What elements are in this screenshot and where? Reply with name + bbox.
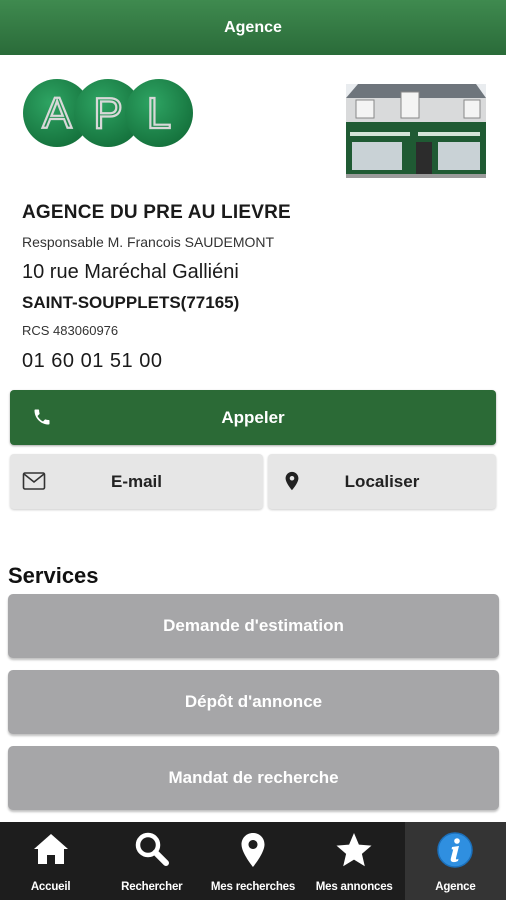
agency-phone: 01 60 01 51 00 <box>22 350 163 372</box>
call-button-label: Appeler <box>221 407 285 427</box>
service-label: Mandat de recherche <box>168 768 339 787</box>
map-pin-icon <box>285 471 299 491</box>
nav-item-accueil[interactable]: Accueil <box>0 822 101 900</box>
agency-name: AGENCE DU PRE AU LIEVRE <box>22 202 291 223</box>
search-icon <box>135 832 169 866</box>
phone-icon <box>34 409 50 425</box>
nav-item-rechercher[interactable]: Rechercher <box>101 822 202 900</box>
nav-label: Agence <box>435 881 476 893</box>
services-heading: Services <box>8 563 99 588</box>
call-button[interactable]: Appeler <box>10 390 496 445</box>
nav-label: Rechercher <box>121 881 183 893</box>
page-title: Agence <box>224 18 282 36</box>
star-icon <box>336 833 372 867</box>
map-pin-icon <box>241 833 265 867</box>
nav-item-agence[interactable]: Agence <box>404 822 506 900</box>
nav-item-mes-recherches[interactable]: Mes recherches <box>202 822 303 900</box>
locate-button-label: Localiser <box>344 471 420 491</box>
svg-text:L: L <box>147 89 171 138</box>
email-button-label: E-mail <box>110 471 163 491</box>
nav-item-mes-annonces[interactable]: Mes annonces <box>304 822 405 900</box>
agency-address: 10 rue Maréchal Galliéni <box>22 261 239 283</box>
agency-city: SAINT-SOUPPLETS(77165) <box>22 293 240 312</box>
email-button[interactable]: E-mail <box>10 454 263 509</box>
top-app-bar: Agence <box>0 0 506 55</box>
nav-label: Accueil <box>30 881 71 893</box>
home-icon <box>33 834 68 864</box>
estimation-request-button[interactable]: Demande d'estimation <box>8 594 499 658</box>
agency-rcs: RCS 483060976 <box>22 323 119 338</box>
nav-label: Mes recherches <box>210 881 296 893</box>
search-mandate-button[interactable]: Mandat de recherche <box>8 746 499 810</box>
agency-logo: A P L <box>23 79 193 147</box>
nav-label: Mes annonces <box>315 881 393 893</box>
listing-submission-button[interactable]: Dépôt d'annonce <box>8 670 499 734</box>
service-label: Dépôt d'annonce <box>184 692 323 711</box>
info-icon <box>437 832 474 868</box>
svg-text:A: A <box>42 89 72 138</box>
locate-button[interactable]: Localiser <box>268 454 496 509</box>
bottom-navigation: Accueil Rechercher Mes recherches Mes an… <box>0 822 506 900</box>
agency-manager: Responsable M. Francois SAUDEMONT <box>22 234 275 250</box>
agency-storefront-photo <box>346 84 486 178</box>
svg-text:P: P <box>93 89 122 138</box>
service-label: Demande d'estimation <box>163 616 344 635</box>
envelope-icon <box>22 472 46 490</box>
